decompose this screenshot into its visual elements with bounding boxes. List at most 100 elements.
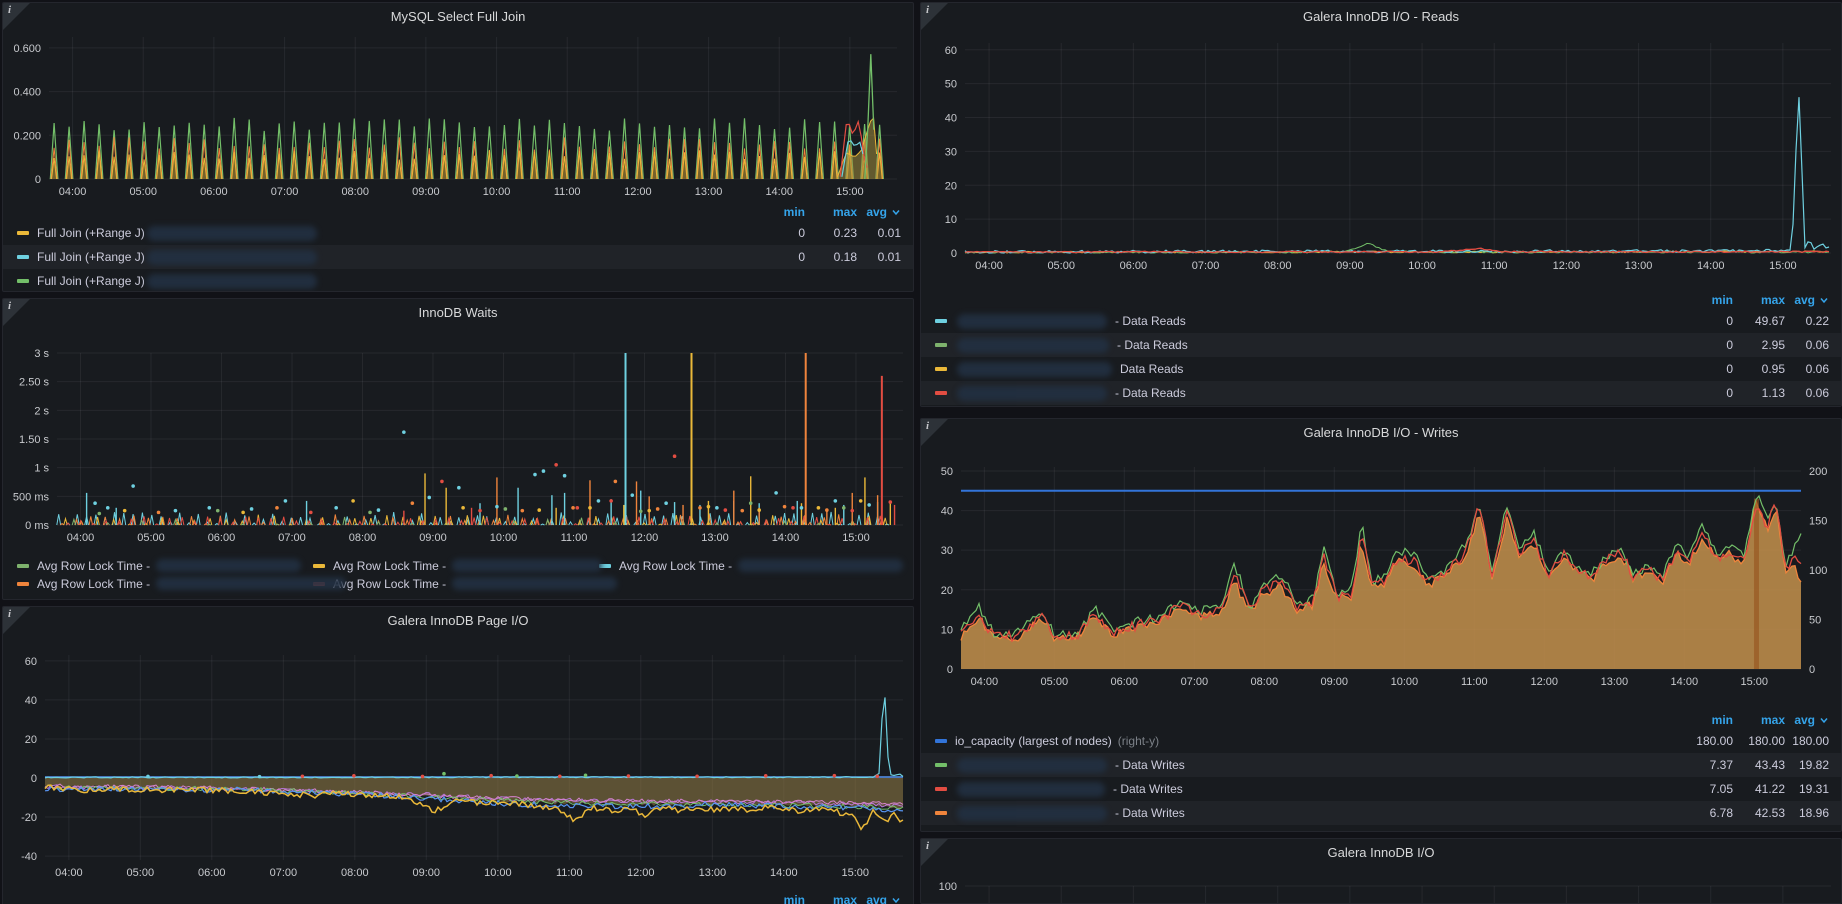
redacted-series-name (957, 313, 1107, 329)
series-swatch[interactable] (935, 319, 947, 323)
series-swatch[interactable] (17, 255, 29, 259)
svg-text:0: 0 (947, 664, 953, 676)
series-label[interactable]: Full Join (+Range J) (37, 250, 145, 264)
series-swatch[interactable] (935, 763, 947, 767)
panel-galera-innodb-page-io: i Galera InnoDB Page I/O 60 40 20 0 -20 -40 04… (2, 606, 914, 904)
series-label[interactable]: Data Reads (1120, 362, 1183, 376)
svg-text:06:00: 06:00 (200, 186, 228, 198)
panel-innodb-waits: i InnoDB Waits 3 s 2.50 s 2 s 1.50 s 1 s 500 … (2, 298, 914, 600)
panel-title[interactable]: MySQL Select Full Join (3, 3, 913, 31)
svg-text:0.600: 0.600 (13, 43, 41, 55)
info-icon[interactable]: i (921, 839, 948, 866)
legend-sort-min[interactable]: min (1681, 293, 1733, 307)
series-label[interactable]: Avg Row Lock Time - (37, 559, 150, 573)
legend-row: - Data Writes 7.37 43.43 19.82 (921, 753, 1841, 777)
svg-text:0 ms: 0 ms (25, 520, 49, 532)
legend-item: Avg Row Lock Time - (17, 557, 313, 574)
svg-text:10:00: 10:00 (490, 532, 518, 544)
series-swatch[interactable] (935, 367, 947, 371)
svg-text:09:00: 09:00 (419, 532, 447, 544)
svg-text:09:00: 09:00 (412, 186, 440, 198)
info-icon[interactable]: i (3, 607, 30, 634)
svg-text:-40: -40 (21, 851, 37, 863)
legend-sort-avg[interactable]: avg (857, 205, 901, 219)
series-label[interactable]: Full Join (+Range J) (37, 274, 145, 288)
series-label[interactable]: Avg Row Lock Time - (333, 559, 446, 573)
series-swatch[interactable] (935, 391, 947, 395)
legend-value-min: 180.00 (1696, 734, 1733, 748)
legend-sort-header: min max avg (921, 291, 1841, 309)
legend-sort-max[interactable]: max (805, 893, 857, 904)
series-swatch[interactable] (313, 563, 325, 568)
svg-text:3 s: 3 s (34, 348, 49, 360)
series-label[interactable]: - Data Writes (1115, 758, 1185, 772)
legend-sort-header: min max avg (921, 711, 1841, 729)
series-swatch[interactable] (17, 563, 29, 568)
svg-text:13:00: 13:00 (695, 186, 723, 198)
series-label[interactable]: - Data Reads (1115, 314, 1186, 328)
series-label[interactable]: Avg Row Lock Time - (619, 559, 732, 573)
panel-title[interactable]: Galera InnoDB I/O - Writes (921, 419, 1841, 447)
legend-sort-avg[interactable]: avg (857, 893, 901, 904)
legend-row: Full Join (+Range J) (3, 269, 913, 291)
info-icon-glyph: i (8, 300, 12, 312)
svg-text:11:00: 11:00 (1481, 260, 1508, 271)
legend-sort-max[interactable]: max (1733, 293, 1785, 307)
series-label[interactable]: - Data Reads (1117, 338, 1188, 352)
panel-mysql-select-full-join: i MySQL Select Full Join 0 0.200 0.400 0.60… (2, 2, 914, 292)
info-icon[interactable]: i (921, 419, 948, 446)
svg-text:15:00: 15:00 (836, 186, 864, 198)
chart-galera-innodb-io-writes[interactable]: 50 40 30 20 10 0 200 150 100 50 0 04:00 05:00 06:00 07… (921, 419, 1841, 691)
series-label[interactable]: Avg Row Lock Time - (37, 577, 150, 591)
svg-text:06:00: 06:00 (1120, 260, 1148, 271)
series-label[interactable]: - Data Writes (1115, 806, 1185, 820)
legend-sort-min[interactable]: min (753, 205, 805, 219)
legend-sort-max[interactable]: max (1733, 713, 1785, 727)
info-icon-glyph: i (8, 4, 12, 16)
chart-galera-innodb-io-reads[interactable]: 60 50 40 30 20 10 0 04:00 05:00 06:00 07:00 08:00 09… (921, 3, 1841, 271)
legend-value-max: 0.18 (833, 250, 857, 264)
chart-mysql-select-full-join[interactable]: 0 0.200 0.400 0.600 04:00 05:00 06:00 07:00 08:0… (3, 3, 913, 203)
series-swatch[interactable] (935, 739, 947, 743)
series-label[interactable]: Full Join (+Range J) (37, 226, 145, 240)
series-swatch[interactable] (935, 811, 947, 815)
panel-title[interactable]: Galera InnoDB I/O (921, 839, 1841, 867)
series-label[interactable]: Avg Row Lock Time - (333, 577, 446, 591)
redacted-series-name (156, 577, 347, 590)
legend-value-max: 1.13 (1761, 386, 1785, 400)
legend-row: io_capacity (largest of nodes) (right-y) 1… (921, 729, 1841, 753)
redacted-series-name (957, 361, 1112, 377)
panel-title[interactable]: InnoDB Waits (3, 299, 913, 327)
panel-title[interactable]: Galera InnoDB I/O - Reads (921, 3, 1841, 31)
legend-sort-min[interactable]: min (1681, 713, 1733, 727)
legend-sort-avg[interactable]: avg (1785, 713, 1829, 727)
series-label[interactable]: io_capacity (largest of nodes) (955, 734, 1112, 748)
svg-text:0.400: 0.400 (13, 87, 41, 99)
legend-sort-max[interactable]: max (805, 205, 857, 219)
series-swatch[interactable] (935, 787, 947, 791)
svg-text:0: 0 (1809, 664, 1815, 676)
legend-sort-header: min max avg (3, 203, 913, 221)
info-icon[interactable]: i (921, 3, 948, 30)
panel-galera-innodb-io-writes: i Galera InnoDB I/O - Writes 50 40 30 20 10 0… (920, 418, 1842, 832)
series-swatch[interactable] (17, 581, 29, 586)
legend-sort-avg[interactable]: avg (1785, 293, 1829, 307)
info-icon[interactable]: i (3, 3, 30, 30)
series-swatch[interactable] (17, 279, 29, 283)
svg-text:1 s: 1 s (34, 463, 49, 475)
panel-title[interactable]: Galera InnoDB Page I/O (3, 607, 913, 635)
info-icon[interactable]: i (3, 299, 30, 326)
chart-innodb-waits[interactable]: 3 s 2.50 s 2 s 1.50 s 1 s 500 ms 0 ms 04:00 05:0… (3, 299, 913, 551)
svg-text:60: 60 (25, 656, 37, 668)
redacted-series-name (146, 249, 317, 265)
series-swatch[interactable] (935, 343, 947, 347)
chart-galera-innodb-page-io[interactable]: 60 40 20 0 -20 -40 04:00 05:00 06:00 07:00 08:00 09… (3, 607, 913, 885)
svg-text:15:00: 15:00 (842, 867, 870, 879)
svg-text:07:00: 07:00 (1192, 260, 1220, 271)
series-label[interactable]: - Data Reads (1115, 386, 1186, 400)
series-label[interactable]: - Data Writes (1113, 782, 1183, 796)
series-swatch[interactable] (17, 231, 29, 235)
legend-value-avg: 19.31 (1798, 782, 1829, 796)
legend-item: Avg Row Lock Time - (313, 557, 603, 574)
legend-sort-min[interactable]: min (753, 893, 805, 904)
